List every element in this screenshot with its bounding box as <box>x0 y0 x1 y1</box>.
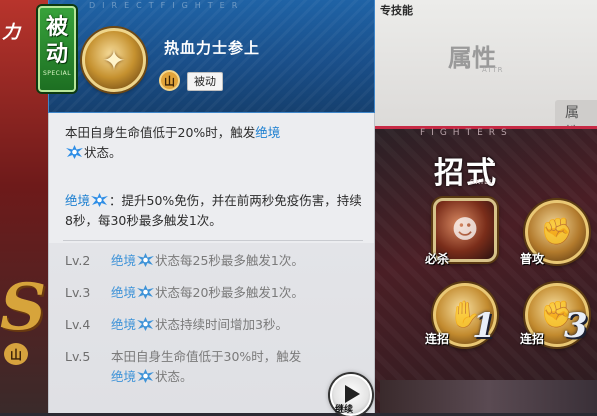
level-row: Lv.5 本田自身生命值低于30%时，触发 绝境 状态。 <box>65 347 365 387</box>
passive-tag-char-2: 动 <box>45 41 68 67</box>
skill-portrait-icon: ✦ <box>82 28 146 92</box>
level-row: Lv.4 绝境 状态持续时间增加3秒。 <box>65 315 365 335</box>
passive-tag-sub: SPECIAL <box>42 70 72 77</box>
skill-type-label: 被动 <box>187 72 223 91</box>
level-label: Lv.4 <box>65 317 91 332</box>
play-arrow-icon <box>345 385 360 403</box>
next-button-label: 继续 <box>335 405 354 415</box>
burst-status-icon <box>137 317 155 331</box>
burst-status-icon <box>137 253 155 267</box>
combo-1-caption: 连招 <box>425 332 450 346</box>
combo-1-number: 1 <box>472 306 496 346</box>
combo-3-caption: 连招 <box>520 332 545 346</box>
passive-tag-char-1: 被 <box>45 14 68 40</box>
burst-status-icon <box>137 285 155 299</box>
level-row: Lv.3 绝境 状态每20秒最多触发1次。 <box>65 283 365 303</box>
effect-keyword: 绝境 <box>65 193 91 208</box>
combo-3-number: 3 <box>564 306 588 346</box>
level-keyword: 绝境 <box>111 253 137 268</box>
description-suffix: 状态。 <box>84 145 122 160</box>
special-attack-caption: 必杀 <box>425 252 450 266</box>
keyword-text: 绝境 <box>255 125 281 140</box>
level-text: 状态每20秒最多触发1次。 <box>155 285 304 300</box>
burst-status-icon <box>137 369 155 383</box>
level-text-suffix: 状态。 <box>155 369 193 384</box>
level-text: 状态每25秒最多触发1次。 <box>155 253 304 268</box>
skills-heading-sub: SKILL <box>470 178 494 186</box>
skill-name: 热血力士参上 <box>164 39 261 57</box>
level-keyword: 绝境 <box>111 369 137 384</box>
level-keyword: 绝境 <box>111 285 137 300</box>
element-badge-icon: 山 <box>159 70 180 91</box>
top-label: 专技能 <box>380 4 413 17</box>
bottom-thumbnails <box>380 380 597 413</box>
level-label: Lv.2 <box>65 253 91 268</box>
skill-tooltip: DIRECTFIGHTER 被 动 SPECIAL ✦ 热血力士参上 山 被动 … <box>38 0 375 413</box>
level-text: 状态持续时间增加3秒。 <box>155 317 288 332</box>
level-keyword: 绝境 <box>111 317 137 332</box>
fighter-letters: FIGHTERS <box>420 128 513 138</box>
level-label: Lv.5 <box>65 349 91 364</box>
skill-description: 本田自身生命值低于20%时，触发绝境 状态。 <box>65 123 365 163</box>
level-label: Lv.3 <box>65 285 91 300</box>
header-letters: DIRECTFIGHTER <box>89 1 245 10</box>
effect-description: 绝境 ：提升50%免伤，并在前两秒免疫伤害，持续8秒，每30秒最多触发1次。 <box>65 191 365 231</box>
attributes-title-sub: ATTR <box>482 66 504 74</box>
level-text: 本田自身生命值低于30%时，触发 <box>111 349 302 364</box>
level-row: Lv.2 绝境 状态每25秒最多触发1次。 <box>65 251 365 271</box>
burst-status-icon <box>66 145 83 159</box>
passive-tag: 被 动 SPECIAL <box>38 6 76 92</box>
effect-text: ：提升50%免伤，并在前两秒免疫伤害，持续8秒，每30秒最多触发1次。 <box>65 193 362 228</box>
burst-status-icon <box>91 193 109 207</box>
element-badge-icon: 山 <box>4 343 28 365</box>
divider <box>63 240 363 241</box>
normal-attack-caption: 普攻 <box>520 252 545 266</box>
description-text: 本田自身生命值低于20%时，触发 <box>65 125 256 140</box>
left-top-glyph: 力 <box>2 22 20 43</box>
tooltip-body: 本田自身生命值低于20%时，触发绝境 状态。 绝境 ：提升50%免伤，并在前两秒免… <box>48 113 375 413</box>
